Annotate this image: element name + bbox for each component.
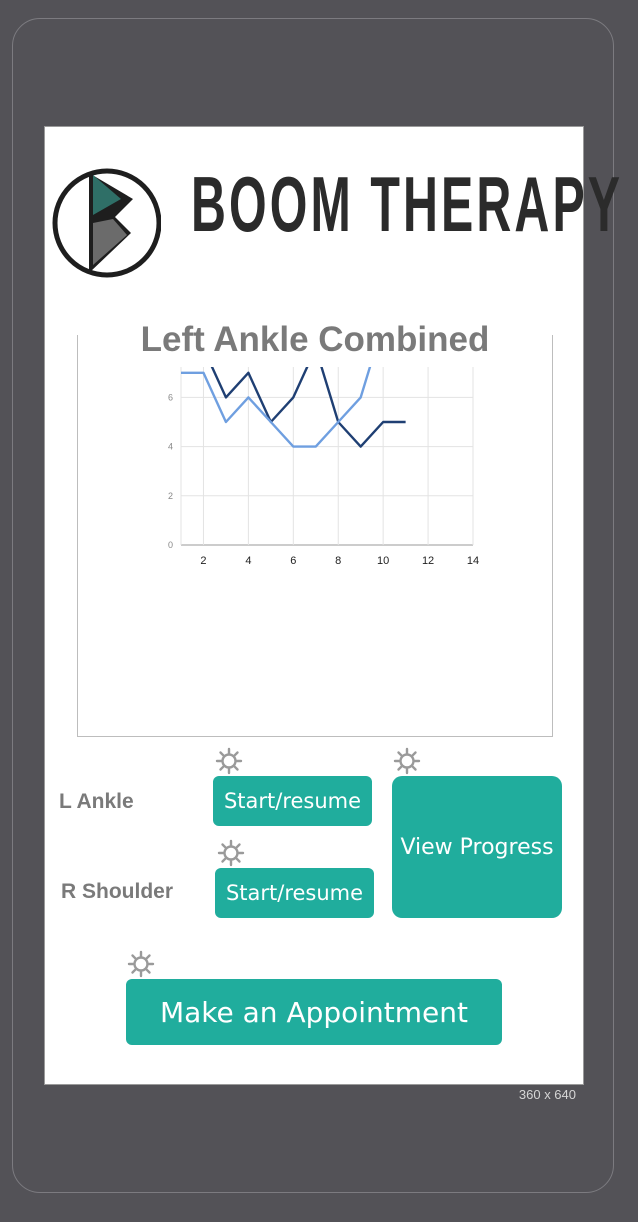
exercise-label-l-ankle: L Ankle [59, 790, 134, 813]
start-resume-button-l-ankle[interactable]: Start/resume [213, 776, 372, 826]
y-tick-label: 2 [168, 491, 173, 501]
view-progress-button[interactable]: View Progress [392, 776, 562, 918]
x-tick-label: 14 [467, 555, 479, 567]
app-screen: BOOM THERAPY Left Ankle Combined PT Prog… [44, 126, 620, 1085]
x-tick-label: 2 [200, 555, 206, 567]
x-tick-label: 12 [422, 555, 434, 567]
y-tick-label: 0 [168, 540, 173, 550]
boom-logo-icon [52, 168, 161, 278]
viewport-size-label: 360 x 640 [518, 1087, 576, 1102]
y-tick-label: 4 [168, 442, 173, 452]
gear-icon[interactable] [217, 839, 245, 867]
x-tick-label: 10 [377, 555, 389, 567]
x-tick-label: 4 [245, 555, 251, 567]
x-tick-label: 6 [290, 555, 296, 567]
make-appointment-button[interactable]: Make an Appointment [126, 979, 502, 1045]
x-tick-label: 8 [335, 555, 341, 567]
progress-line-chart: PT Progress Month View02468102468101214P… [168, 367, 479, 567]
exercise-label-r-shoulder: R Shoulder [61, 880, 174, 903]
start-resume-button-r-shoulder[interactable]: Start/resume [215, 868, 374, 918]
gear-icon[interactable] [215, 747, 243, 775]
gear-icon[interactable] [127, 950, 155, 978]
gear-icon[interactable] [393, 747, 421, 775]
chart-heading: Left Ankle Combined [140, 320, 490, 359]
y-tick-label: 6 [168, 392, 173, 402]
brand-name: BOOM THERAPY [191, 160, 624, 248]
